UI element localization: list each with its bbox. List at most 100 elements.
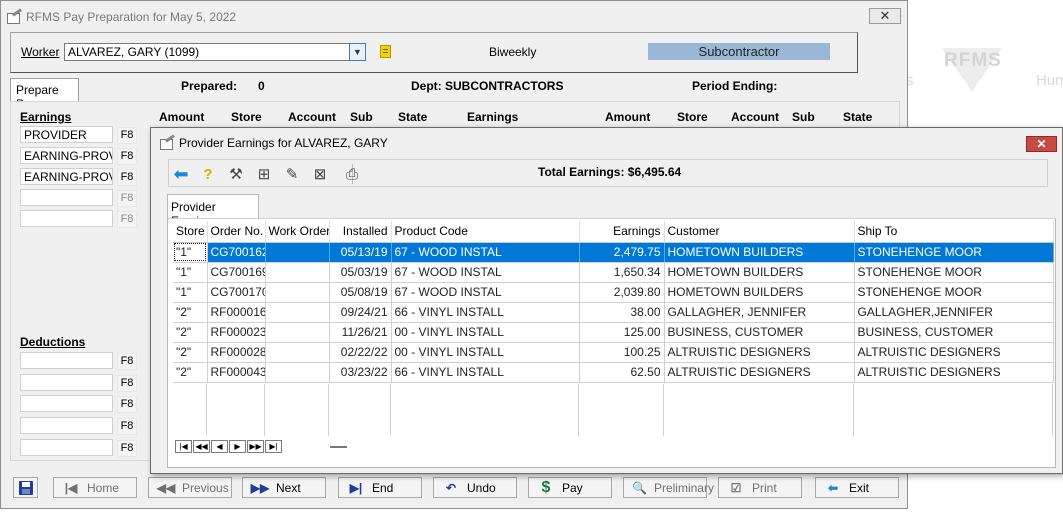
preliminary-button[interactable]: 🔍 Preliminary — [623, 477, 714, 498]
cell-earnings[interactable]: 2,039.80 — [579, 282, 665, 303]
cell-order-no[interactable]: RF000016 — [207, 302, 266, 323]
cell-ship-to[interactable]: STONEHENGE MOOR — [854, 242, 1054, 263]
chevron-down-icon[interactable]: ▼ — [349, 43, 366, 61]
earning-field[interactable]: EARNING-PROV — [20, 147, 113, 164]
cell-order-no[interactable]: RF000043 — [207, 362, 266, 383]
cell-customer[interactable]: HOMETOWN BUILDERS — [664, 242, 855, 263]
cell-work-order[interactable] — [265, 322, 330, 343]
add-record-icon[interactable]: ⊞ — [254, 164, 274, 184]
earning-field[interactable] — [20, 210, 113, 227]
cell-store[interactable]: "1" — [173, 262, 208, 283]
table-row[interactable]: "2" RF000016 09/24/21 66 - VINYL INSTALL… — [173, 302, 1054, 323]
f8-lookup-button[interactable]: F8 — [117, 127, 137, 144]
tab-prepare-pay[interactable]: Prepare Pay — [10, 78, 79, 111]
cell-customer[interactable]: ALTRUISTIC DESIGNERS — [664, 362, 855, 383]
cell-customer[interactable]: HOMETOWN BUILDERS — [664, 262, 855, 283]
cell-product-code[interactable]: 67 - WOOD INSTAL — [391, 282, 580, 303]
col-earnings[interactable]: Earnings — [579, 221, 665, 243]
undo-button[interactable]: ↶ Undo — [433, 477, 517, 498]
cell-earnings[interactable]: 62.50 — [579, 362, 665, 383]
earning-field[interactable]: EARNING-PROV — [20, 168, 113, 185]
cell-store[interactable]: "2" — [173, 362, 208, 383]
deduction-field[interactable] — [20, 417, 113, 434]
cell-earnings[interactable]: 2,479.75 — [579, 242, 665, 263]
deduction-field[interactable] — [20, 395, 113, 412]
cell-store[interactable]: "2" — [173, 322, 208, 343]
cell-installed[interactable]: 11/26/21 — [329, 322, 392, 343]
cell-ship-to[interactable]: STONEHENGE MOOR — [854, 262, 1054, 283]
cell-work-order[interactable] — [265, 302, 330, 323]
table-row[interactable]: "1" CG700162 05/13/19 67 - WOOD INSTAL 2… — [173, 242, 1054, 263]
cell-store[interactable]: "1" — [173, 242, 208, 263]
cell-order-no[interactable]: CG700169 — [207, 262, 266, 283]
cell-ship-to[interactable]: GALLAGHER,JENNIFER — [854, 302, 1054, 323]
previous-button[interactable]: ◀◀ Previous — [148, 477, 232, 498]
cell-installed[interactable]: 03/23/22 — [329, 362, 392, 383]
cell-earnings[interactable]: 1,650.34 — [579, 262, 665, 283]
dialog-close-button[interactable]: ✕ — [1026, 136, 1057, 152]
cell-work-order[interactable] — [265, 362, 330, 383]
pay-button[interactable]: $ Pay — [528, 477, 612, 498]
earning-field[interactable] — [20, 189, 113, 206]
worker-combobox[interactable]: ALVAREZ, GARY (1099) — [64, 43, 366, 61]
cell-earnings[interactable]: 38.00 — [579, 302, 665, 323]
cell-ship-to[interactable]: BUSINESS, CUSTOMER — [854, 322, 1054, 343]
nav-next-icon[interactable]: ▶ — [229, 440, 246, 453]
exit-button[interactable]: ⬅ Exit — [815, 477, 899, 498]
cell-installed[interactable]: 05/03/19 — [329, 262, 392, 283]
deduction-field[interactable] — [20, 352, 113, 369]
back-arrow-icon[interactable]: ⬅ — [171, 164, 191, 184]
cell-earnings[interactable]: 100.25 — [579, 342, 665, 363]
cell-customer[interactable]: BUSINESS, CUSTOMER — [664, 322, 855, 343]
edit-record-icon[interactable]: ✎ — [282, 164, 302, 184]
col-work-order[interactable]: Work Order — [265, 221, 330, 243]
cell-customer[interactable]: GALLAGHER, JENNIFER — [664, 302, 855, 323]
f8-lookup-button[interactable]: F8 — [117, 396, 137, 413]
printer-icon[interactable]: ⎙ — [342, 164, 362, 184]
f8-lookup-button[interactable]: F8 — [117, 375, 137, 392]
col-product-code[interactable]: Product Code — [391, 221, 580, 243]
cell-store[interactable]: "1" — [173, 282, 208, 303]
cell-product-code[interactable]: 00 - VINYL INSTALL — [391, 322, 580, 343]
home-button[interactable]: |◀ Home — [53, 477, 137, 498]
cell-earnings[interactable]: 125.00 — [579, 322, 665, 343]
f8-lookup-button[interactable]: F8 — [117, 190, 137, 207]
nav-last-icon[interactable]: ▶| — [265, 440, 282, 453]
cell-order-no[interactable]: RF000023 — [207, 322, 266, 343]
col-customer[interactable]: Customer — [664, 221, 855, 243]
cell-product-code[interactable]: 66 - VINYL INSTALL — [391, 362, 580, 383]
f8-lookup-button[interactable]: F8 — [117, 169, 137, 186]
cell-product-code[interactable]: 00 - VINYL INSTALL — [391, 342, 580, 363]
col-store[interactable]: Store — [173, 221, 208, 243]
cell-installed[interactable]: 05/13/19 — [329, 242, 392, 263]
cell-product-code[interactable]: 67 - WOOD INSTAL — [391, 262, 580, 283]
cell-work-order[interactable] — [265, 242, 330, 263]
cell-customer[interactable]: ALTRUISTIC DESIGNERS — [664, 342, 855, 363]
print-button[interactable]: ☑ Print — [718, 477, 802, 498]
f8-lookup-button[interactable]: F8 — [117, 148, 137, 165]
cell-store[interactable]: "2" — [173, 342, 208, 363]
cell-ship-to[interactable]: ALTRUISTIC DESIGNERS — [854, 362, 1054, 383]
notes-icon[interactable] — [380, 45, 391, 58]
table-row[interactable]: "2" RF000028 02/22/22 00 - VINYL INSTALL… — [173, 342, 1054, 363]
cell-installed[interactable]: 02/22/22 — [329, 342, 392, 363]
table-row[interactable]: "2" RF000043 03/23/22 66 - VINYL INSTALL… — [173, 362, 1054, 383]
earning-field[interactable]: PROVIDER — [20, 126, 113, 143]
cell-order-no[interactable]: CG700162 — [207, 242, 266, 263]
cell-work-order[interactable] — [265, 342, 330, 363]
cell-ship-to[interactable]: STONEHENGE MOOR — [854, 282, 1054, 303]
cell-product-code[interactable]: 67 - WOOD INSTAL — [391, 242, 580, 263]
deduction-field[interactable] — [20, 439, 113, 456]
table-row[interactable]: "2" RF000023 11/26/21 00 - VINYL INSTALL… — [173, 322, 1054, 343]
save-button[interactable] — [13, 477, 38, 498]
col-ship-to[interactable]: Ship To — [854, 221, 1054, 243]
nav-first-icon[interactable]: |◀ — [175, 440, 192, 453]
f8-lookup-button[interactable]: F8 — [117, 353, 137, 370]
cell-product-code[interactable]: 66 - VINYL INSTALL — [391, 302, 580, 323]
f8-lookup-button[interactable]: F8 — [117, 440, 137, 457]
nav-prev-icon[interactable]: ◀ — [211, 440, 228, 453]
nav-prev-page-icon[interactable]: ◀◀ — [193, 440, 210, 453]
cell-store[interactable]: "2" — [173, 302, 208, 323]
delete-record-icon[interactable]: ⊠ — [310, 164, 330, 184]
cell-work-order[interactable] — [265, 282, 330, 303]
